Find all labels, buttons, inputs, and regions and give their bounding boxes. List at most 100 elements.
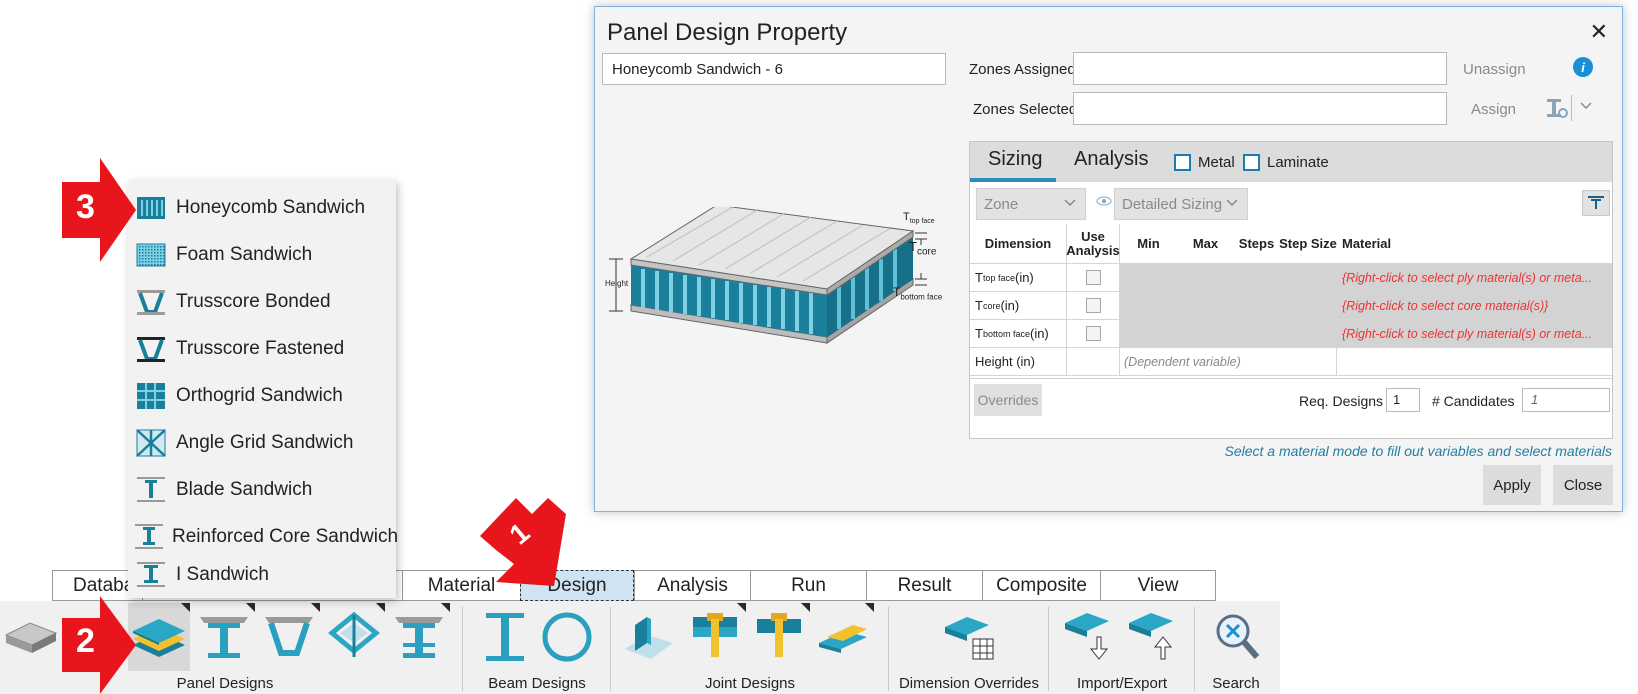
dimension-overrides-group: Dimension Overrides xyxy=(890,601,1048,694)
assign-button[interactable]: Assign xyxy=(1471,101,1516,118)
steps-cell[interactable] xyxy=(1234,264,1279,291)
active-tab-indicator xyxy=(970,178,1056,182)
menu-item-trusscore-fastened[interactable]: Trusscore Fastened xyxy=(128,325,396,372)
metal-checkbox[interactable] xyxy=(1174,154,1191,171)
zones-selected-input[interactable] xyxy=(1073,92,1447,125)
search-group: Search xyxy=(1196,601,1276,694)
info-icon[interactable]: i xyxy=(1573,57,1593,77)
use-analysis-checkbox[interactable] xyxy=(1067,320,1120,347)
fastened-joint-button[interactable] xyxy=(684,603,746,671)
overrides-button[interactable]: Overrides xyxy=(974,384,1042,416)
blade-panel-button[interactable] xyxy=(388,603,450,671)
dim-bottom-face: Tbottom face (in) xyxy=(970,320,1067,347)
tab-analysis[interactable]: Analysis xyxy=(634,570,750,601)
dimension-overrides-label: Dimension Overrides xyxy=(898,675,1040,692)
col-use-analysis: Use Analysis xyxy=(1066,224,1120,263)
sizing-mode-combo[interactable]: Detailed Sizing xyxy=(1114,188,1248,220)
apply-button[interactable]: Apply xyxy=(1483,465,1541,505)
menu-item-foam-sandwich[interactable]: Foam Sandwich xyxy=(128,231,396,278)
dim-top-face: Ttop face (in) xyxy=(970,264,1067,291)
bonded-joint-button[interactable] xyxy=(618,603,680,671)
t-top-label: Ttop face xyxy=(903,211,935,226)
fastened-t-joint-button[interactable] xyxy=(748,603,810,671)
dependent-variable-note: (Dependent variable) xyxy=(1120,348,1337,375)
height-label: Height xyxy=(605,279,629,288)
grid-panel-button[interactable] xyxy=(323,603,385,671)
menu-item-honeycomb-sandwich[interactable]: Honeycomb Sandwich xyxy=(128,184,396,231)
ribbon-separator xyxy=(610,607,611,691)
col-min: Min xyxy=(1137,235,1160,251)
material-cell[interactable]: {Right-click to select ply material(s) o… xyxy=(1337,320,1612,347)
close-icon[interactable]: ✕ xyxy=(1590,19,1608,45)
ribbon: Panel Designs Beam Designs Joint Designs xyxy=(0,601,1280,694)
trusscore-panel-button[interactable] xyxy=(258,603,320,671)
material-cell[interactable]: {Right-click to select core material(s)} xyxy=(1337,292,1612,319)
material-cell[interactable]: {Right-click to select ply material(s) o… xyxy=(1337,264,1612,291)
t-bottom-label: Tbottom face xyxy=(893,285,943,302)
req-designs-label: Req. Designs xyxy=(1299,393,1384,409)
import-button[interactable] xyxy=(1058,603,1120,671)
beam-designs-group: Beam Designs xyxy=(464,601,610,694)
menu-item-angle-grid-sandwich[interactable]: Angle Grid Sandwich xyxy=(128,419,396,466)
unassign-button[interactable]: Unassign xyxy=(1463,61,1526,78)
zone-combo[interactable]: Zone xyxy=(976,188,1086,220)
menu-item-blade-sandwich[interactable]: Blade Sandwich xyxy=(128,466,396,513)
i-beam-button[interactable] xyxy=(474,603,536,671)
req-designs-input[interactable]: 1 xyxy=(1386,388,1420,412)
max-cell[interactable] xyxy=(1177,292,1234,319)
i-panel-button[interactable] xyxy=(193,603,255,671)
chevron-down-icon[interactable] xyxy=(1579,99,1593,118)
min-cell[interactable] xyxy=(1120,264,1177,291)
callout-2: 2 xyxy=(62,596,136,694)
use-analysis-checkbox[interactable] xyxy=(1067,264,1120,291)
laminate-checkbox[interactable] xyxy=(1243,154,1260,171)
menu-item-i-sandwich[interactable]: I Sandwich xyxy=(128,551,396,598)
dim-height: Height (in) xyxy=(970,348,1067,375)
beam-profile-icon[interactable] xyxy=(1582,190,1610,216)
col-steps: Steps xyxy=(1238,235,1275,251)
max-cell[interactable] xyxy=(1177,320,1234,347)
step-size-cell[interactable] xyxy=(1279,320,1337,347)
use-analysis-checkbox[interactable] xyxy=(1067,292,1120,319)
max-cell[interactable] xyxy=(1177,264,1234,291)
col-max: Max xyxy=(1192,235,1219,251)
steps-cell[interactable] xyxy=(1234,320,1279,347)
circle-beam-button[interactable] xyxy=(536,603,598,671)
ribbon-separator xyxy=(1048,607,1049,691)
metal-label: Metal xyxy=(1198,154,1235,171)
tab-composite[interactable]: Composite xyxy=(982,570,1100,601)
plate-icon[interactable] xyxy=(0,603,62,671)
menu-item-orthogrid-sandwich[interactable]: Orthogrid Sandwich xyxy=(128,372,396,419)
tab-view[interactable]: View xyxy=(1100,570,1216,601)
view-eye-icon[interactable] xyxy=(1096,194,1112,213)
table-row: Tcore (in) {Right-click to select core m… xyxy=(970,292,1612,320)
menu-item-trusscore-bonded[interactable]: Trusscore Bonded xyxy=(128,278,396,325)
assign-tool-icon[interactable] xyxy=(1543,95,1573,121)
tab-analysis-sub[interactable]: Analysis xyxy=(1074,148,1148,171)
foam-icon xyxy=(134,240,168,270)
search-label: Search xyxy=(1212,675,1260,692)
joint-designs-group: Joint Designs xyxy=(612,601,888,694)
table-row-height: Height (in) (Dependent variable) xyxy=(970,348,1612,376)
candidates-input[interactable]: 1 xyxy=(1522,388,1610,412)
steps-cell[interactable] xyxy=(1234,292,1279,319)
close-button[interactable]: Close xyxy=(1553,465,1613,505)
min-cell[interactable] xyxy=(1120,320,1177,347)
lap-joint-button[interactable] xyxy=(812,603,874,671)
min-cell[interactable] xyxy=(1120,292,1177,319)
tab-sizing[interactable]: Sizing xyxy=(988,148,1042,171)
design-name-field[interactable]: Honeycomb Sandwich - 6 xyxy=(602,53,946,85)
step-size-cell[interactable] xyxy=(1279,264,1337,291)
sizing-panel: Sizing Analysis Metal Laminate Zone Deta… xyxy=(969,141,1613,439)
step-size-cell[interactable] xyxy=(1279,292,1337,319)
export-button[interactable] xyxy=(1122,603,1184,671)
tab-run[interactable]: Run xyxy=(750,570,866,601)
honeycomb-panel-button[interactable] xyxy=(128,603,190,671)
dialog-title: Panel Design Property xyxy=(607,19,848,46)
search-icon[interactable] xyxy=(1206,603,1268,671)
zones-assigned-input[interactable] xyxy=(1073,52,1447,85)
tab-result[interactable]: Result xyxy=(866,570,982,601)
dimension-overrides-button[interactable] xyxy=(938,603,1000,671)
col-dimension: Dimension xyxy=(970,224,1067,263)
col-material: Material xyxy=(1342,235,1392,251)
